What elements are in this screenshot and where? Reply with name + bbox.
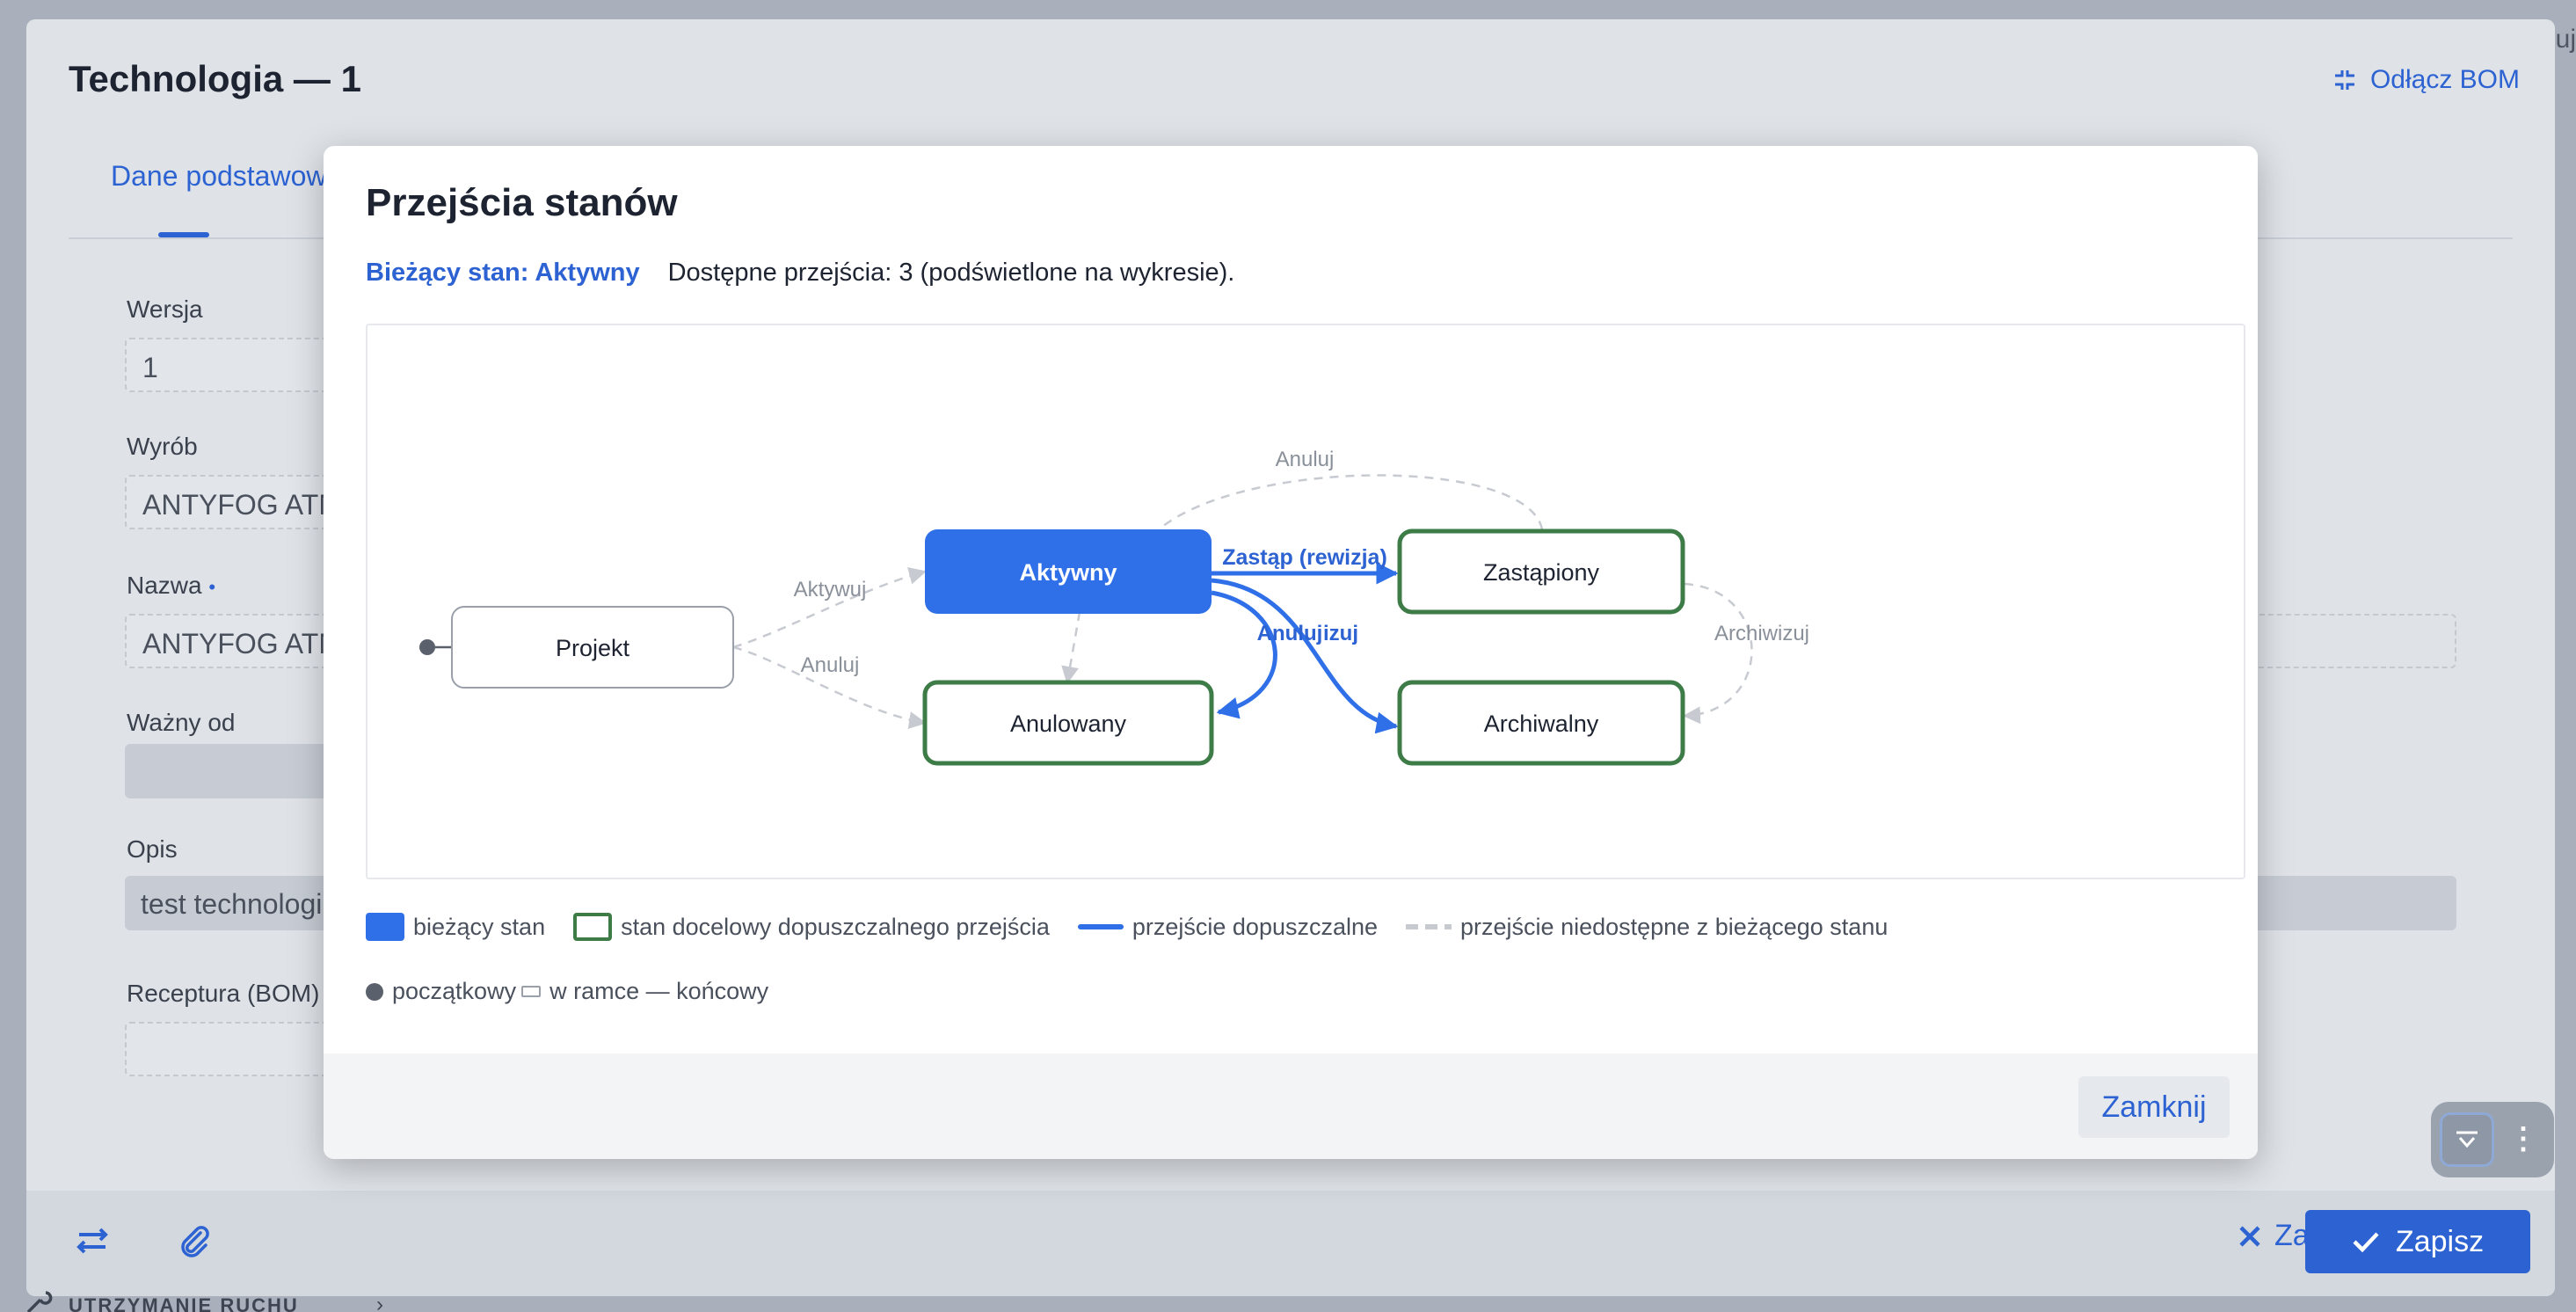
window-title: Technologia — 1 (69, 58, 361, 99)
status-line: Bieżący stan: Aktywny Dostępne przejścia… (366, 259, 1234, 288)
chevron-right-icon: › (376, 1293, 383, 1312)
close-icon (2239, 1225, 2260, 1247)
node-archiwalny-label: Archiwalny (1484, 711, 1599, 737)
detach-icon (2334, 70, 2354, 90)
wrench-icon (26, 1291, 53, 1312)
swap-icon[interactable] (74, 1222, 111, 1259)
modal-close-button[interactable]: Zamknij (2078, 1076, 2230, 1138)
state-diagram: Projekt Aktywny Zastąpiony Anulowany Arc… (366, 324, 2245, 879)
bottom-nav-item[interactable]: UTRZYMANIE RUCHU › (0, 1287, 457, 1312)
app-corner-text: uj (2555, 25, 2576, 54)
legend-final: w ramce — końcowy (521, 978, 768, 1005)
legend-row-1: bieżący stan stan docelowy dopuszczalneg… (366, 913, 1916, 941)
modal-title: Przejścia stanów (366, 181, 678, 224)
edge-label-anuluj-active: Anuluj (1257, 622, 1323, 645)
current-state-text: Bieżący stan: Aktywny (366, 259, 640, 287)
recipe-label: Receptura (BOM) (127, 980, 320, 1007)
name-label: Nazwa • (127, 572, 215, 600)
detach-bom-label: Odłącz BOM (2369, 65, 2520, 94)
edge-aktywny-anulowany-allowed (1211, 590, 1277, 719)
state-diagram-svg: Projekt Aktywny Zastąpiony Anulowany Arc… (419, 448, 1809, 766)
floating-toolbar: ⋮ (2431, 1102, 2554, 1177)
product-label: Wyrób (127, 433, 198, 460)
legend-target-label: stan docelowy dopuszczalnego przejścia (621, 913, 1050, 940)
legend-unavailable: przejście niedostępne z bieżącego stanu (1406, 914, 1888, 941)
legend-unavailable-swatch (1406, 924, 1452, 929)
legend-final-swatch (521, 986, 542, 997)
tab-basic-data[interactable]: Dane podstawowe (111, 160, 342, 193)
node-projekt-label: Projekt (556, 635, 630, 661)
check-icon (2353, 1232, 2379, 1253)
state-transitions-modal: Przejścia stanów Bieżący stan: Aktywny D… (324, 146, 2258, 1159)
window-footer: Zamknij Zapisz (26, 1191, 2555, 1296)
filter-icon (2456, 1131, 2478, 1148)
edge-label-zastap: Zastąp (rewizja) (1222, 545, 1387, 570)
modal-footer: Zamknij (324, 1053, 2258, 1159)
description-field-right-part[interactable] (2245, 876, 2456, 930)
initial-state-dot (419, 639, 435, 655)
legend-initial: początkowy (366, 978, 516, 1005)
legend-final-label: w ramce — końcowy (549, 978, 769, 1004)
required-marker: • (208, 576, 216, 598)
legend-current: bieżący stan (366, 913, 545, 941)
edge-zastapiony-archiwalny (1683, 582, 1753, 725)
tab-active-indicator (158, 232, 209, 237)
available-transitions-text: Dostępne przejścia: 3 (podświetlone na w… (667, 259, 1235, 287)
name-label-text: Nazwa (127, 572, 202, 599)
valid-from-label: Ważny od (127, 709, 236, 736)
legend-allowed: przejście dopuszczalne (1077, 913, 1379, 941)
legend-target-swatch (573, 913, 613, 941)
edge-label-anuluj-projekt: Anuluj (801, 653, 860, 677)
more-options-icon[interactable]: ⋮ (2508, 1121, 2538, 1156)
legend-current-swatch (366, 913, 404, 941)
legend-unavailable-label: przejście niedostępne z bieżącego stanu (1460, 913, 1888, 940)
edge-aktywny-anulowany (1061, 611, 1081, 684)
edge-label-archiwizuj: Archiwizuj (1714, 622, 1809, 645)
save-button[interactable]: Zapisz (2305, 1210, 2530, 1273)
edge-label-anuluj-top: Anuluj (1276, 448, 1335, 471)
legend-initial-swatch (366, 982, 383, 1001)
bottom-nav-label: UTRZYMANIE RUCHU (69, 1294, 299, 1312)
description-label: Opis (127, 835, 178, 863)
attachment-icon[interactable] (176, 1222, 213, 1259)
name-field-right-part[interactable] (2245, 614, 2456, 668)
version-label: Wersja (127, 295, 203, 323)
legend-initial-label: początkowy (392, 978, 517, 1004)
legend-row-2: początkowy w ramce — końcowy (366, 978, 797, 1005)
node-zastapiony-label: Zastąpiony (1483, 559, 1600, 586)
edge-label-aktywuj: Aktywuj (794, 578, 867, 601)
node-anulowany-label: Anulowany (1010, 711, 1127, 737)
legend-current-label: bieżący stan (413, 913, 546, 940)
detach-bom-button[interactable]: Odłącz BOM (2332, 65, 2520, 95)
node-aktywny-label: Aktywny (1019, 559, 1117, 586)
legend-allowed-label: przejście dopuszczalne (1132, 913, 1379, 940)
legend-target: stan docelowy dopuszczalnego przejścia (573, 913, 1050, 941)
filter-toggle-button[interactable] (2440, 1112, 2494, 1167)
save-label: Zapisz (2395, 1224, 2485, 1258)
legend-allowed-swatch (1077, 924, 1124, 929)
edge-zastapiony-anulowany-top (1158, 474, 1544, 530)
edge-label-archiwizuj-active: izuj (1323, 622, 1358, 645)
